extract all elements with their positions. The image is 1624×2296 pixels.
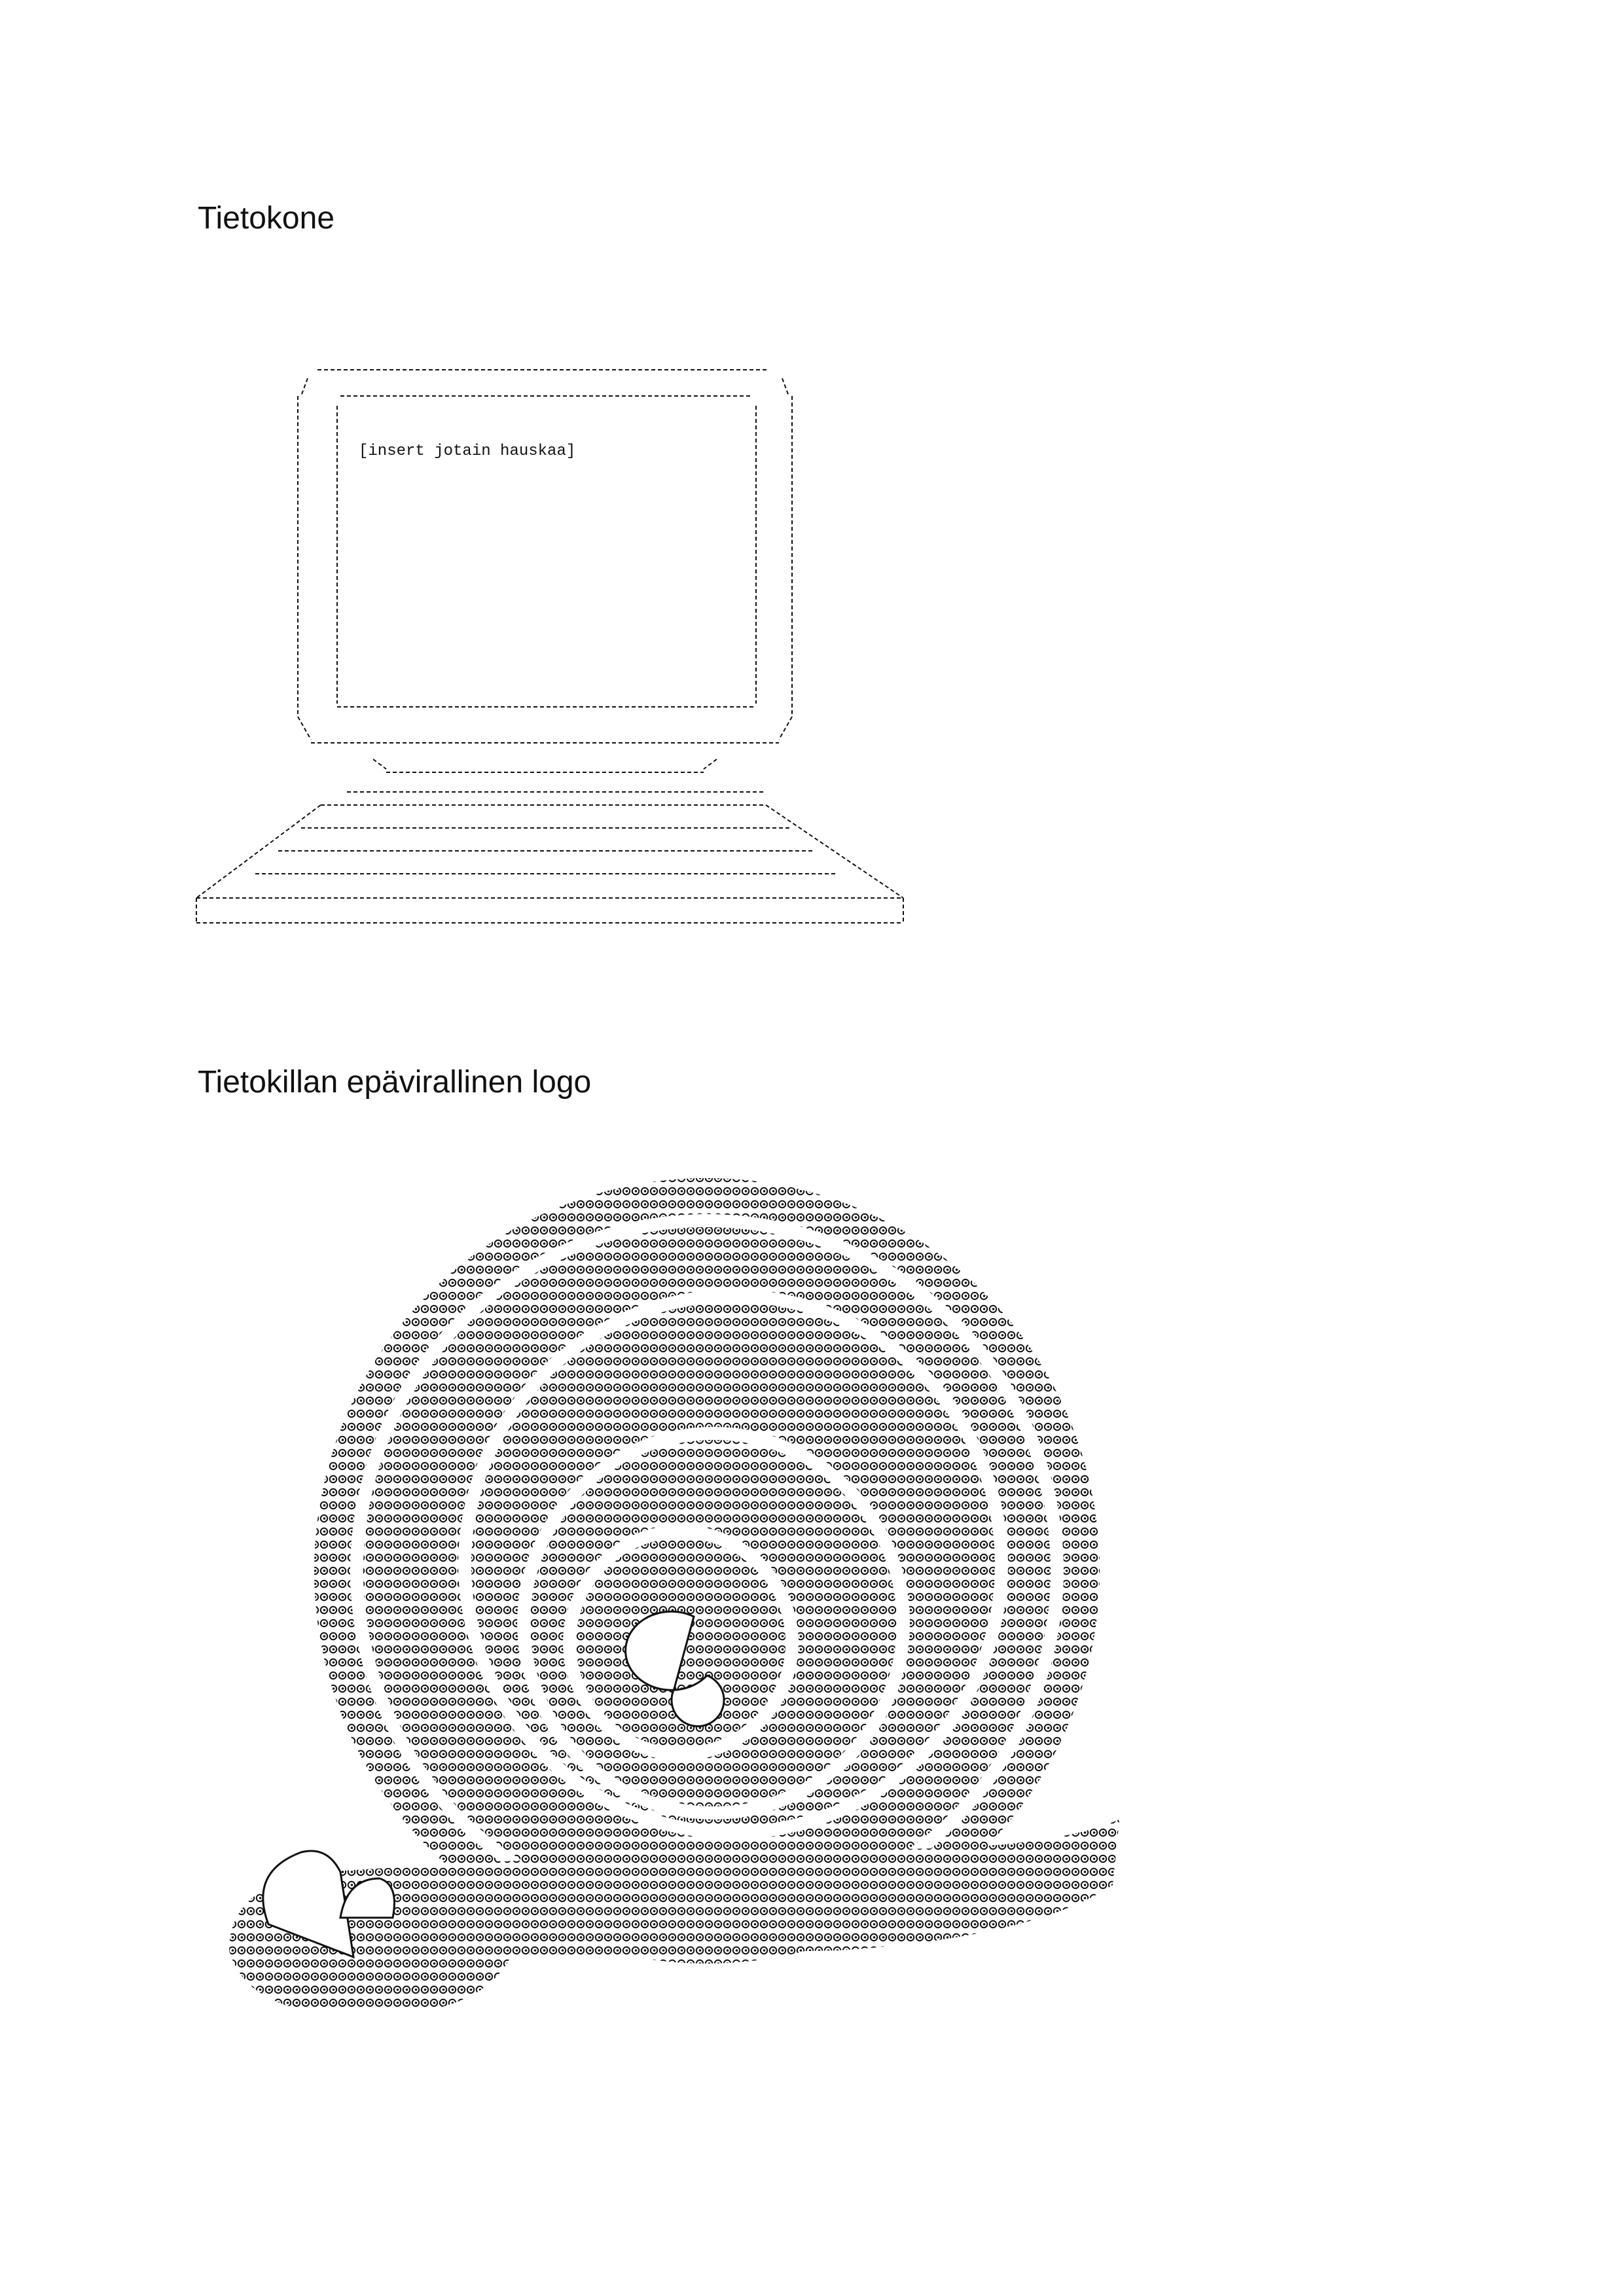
- heading-logo: Tietokillan epävirallinen logo: [198, 1065, 592, 1100]
- ascii-snail-logo: [209, 1172, 1126, 2104]
- computer-drawing: [insert jotain hauskaa]: [196, 369, 904, 924]
- heading-computer: Tietokone: [198, 201, 335, 236]
- snail-logo-drawing: [229, 1178, 1119, 2009]
- screen-text: [insert jotain hauskaa]: [359, 442, 575, 460]
- ascii-computer-art: [insert jotain hauskaa]: [190, 347, 929, 939]
